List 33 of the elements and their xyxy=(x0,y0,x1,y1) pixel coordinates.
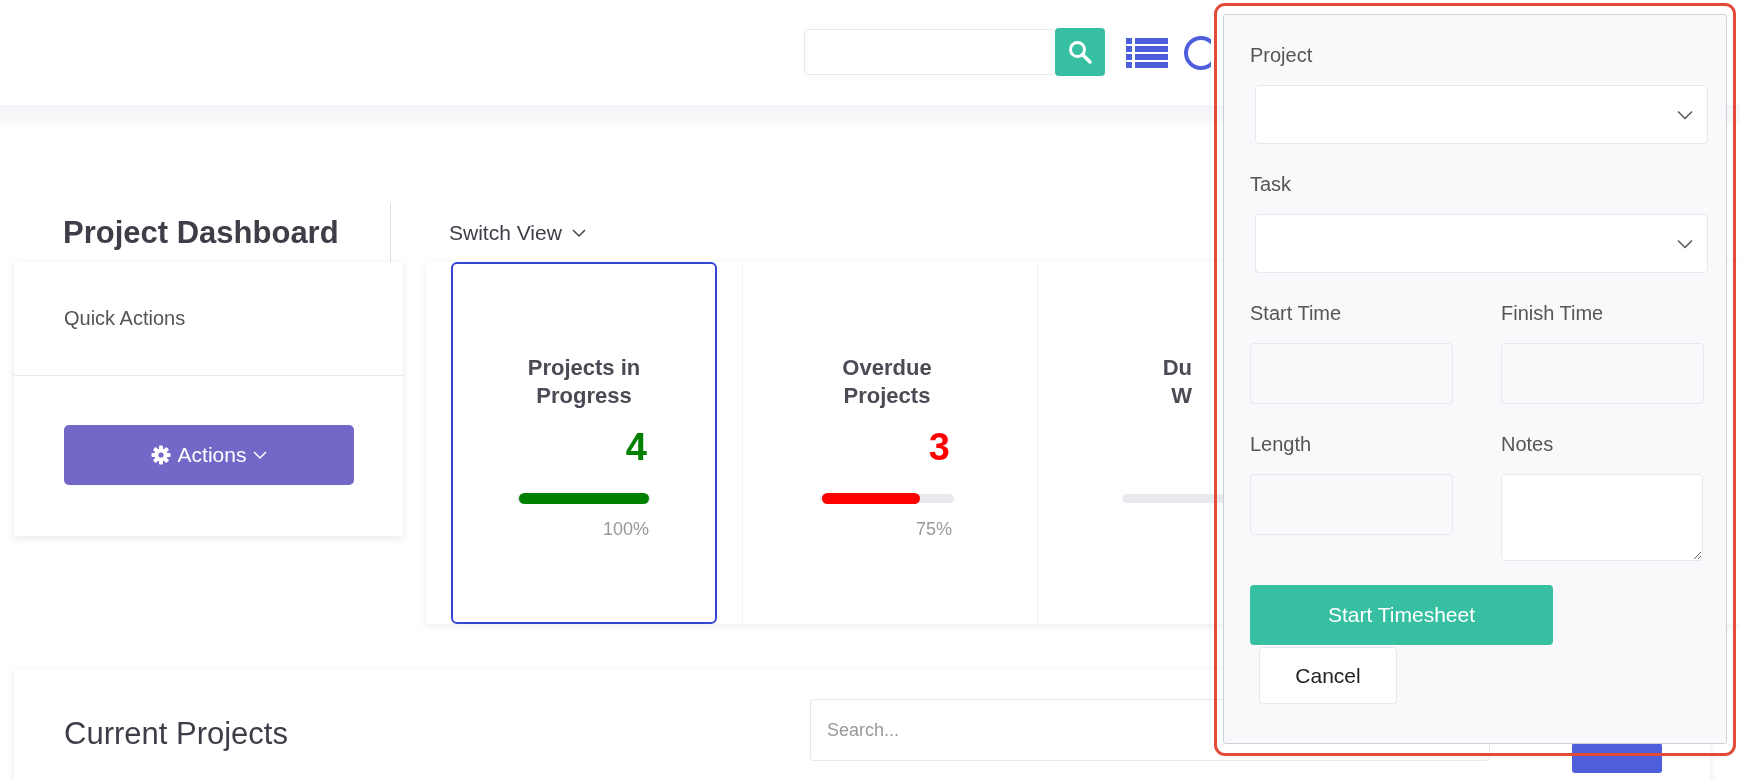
section-title: Current Projects xyxy=(64,716,288,752)
gear-icon xyxy=(150,445,171,465)
search-button[interactable] xyxy=(1055,28,1105,76)
stat-percent: 75% xyxy=(915,519,952,540)
stat-value: 3 xyxy=(928,426,950,470)
cancel-button[interactable]: Cancel xyxy=(1259,647,1397,704)
notes-field[interactable] xyxy=(1501,474,1703,561)
field-label: Notes xyxy=(1501,433,1555,456)
chevron-down-icon xyxy=(253,450,268,460)
stat-card[interactable]: Overdue Projects 3 75% xyxy=(742,262,1033,624)
stat-title: Projects in Progress xyxy=(527,354,641,410)
search-field[interactable] xyxy=(804,29,1055,75)
select-field[interactable] xyxy=(1255,214,1708,273)
search-icon xyxy=(1067,39,1093,65)
field-label: Length xyxy=(1250,433,1313,456)
actions-button[interactable]: Actions xyxy=(64,425,354,485)
stat-title: Du W xyxy=(1161,354,1192,410)
card-title: Quick Actions xyxy=(64,307,186,330)
field-label: Start Time xyxy=(1250,302,1343,325)
chevron-down-icon xyxy=(1677,238,1693,249)
chevron-down-icon xyxy=(571,227,586,238)
chevron-down-icon xyxy=(1677,109,1693,120)
field-label: Task xyxy=(1250,173,1293,196)
stat-card[interactable]: Projects in Progress 4 100% xyxy=(451,262,717,624)
page-title: Project Dashboard xyxy=(63,214,339,251)
field-label: Finish Time xyxy=(1501,302,1605,325)
list-icon[interactable] xyxy=(1126,36,1168,69)
stat-percent: 100% xyxy=(602,519,649,540)
stat-title: Overdue Projects xyxy=(842,354,932,410)
field-label: Project xyxy=(1250,44,1314,67)
stat-value: 4 xyxy=(625,426,647,470)
switch-view-dropdown[interactable]: Switch View xyxy=(449,220,586,245)
select-field[interactable] xyxy=(1255,85,1708,144)
